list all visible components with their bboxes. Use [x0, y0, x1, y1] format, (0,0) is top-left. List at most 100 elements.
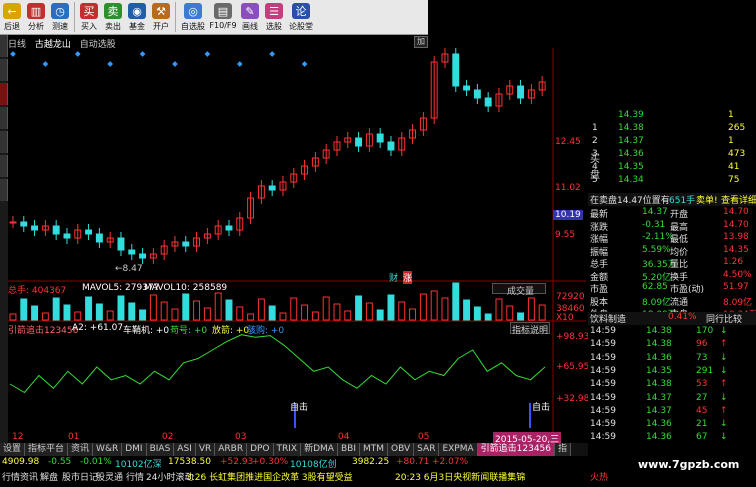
candle-body: [52, 225, 60, 235]
tick-volume: 170: [696, 326, 714, 336]
volume-total: 总手: 404367: [8, 286, 67, 296]
toolbar-button-4[interactable]: 卖卖出: [101, 0, 125, 35]
toolbar-button-8[interactable]: ▤ F10/F9: [208, 0, 238, 35]
bid-volume: 265: [728, 123, 746, 133]
tick-time: 14:59: [590, 339, 616, 350]
indicator-explain-button[interactable]: 指标说明: [510, 322, 550, 336]
indicator-tab[interactable]: BBI: [337, 443, 360, 456]
bid-row[interactable]: 3 14.36 473: [588, 149, 756, 162]
sector-name[interactable]: 饮料制造: [590, 312, 626, 325]
side-tab[interactable]: [0, 155, 8, 177]
signal-diamond: [204, 51, 211, 57]
volume-dropdown[interactable]: 成交量: [492, 283, 546, 297]
stat-row: 最新 14.37 开盘 14.70: [588, 207, 756, 220]
indicator-fangjian: 放箭: +0: [212, 326, 250, 336]
status-menu-item[interactable]: 股市日记: [62, 470, 98, 483]
stat-value: 51.97: [723, 282, 749, 292]
bid-row[interactable]: 2 14.37 1: [588, 136, 756, 149]
order-alert[interactable]: 在卖盘14.47位置有 651手 卖单! 查看详细: [588, 193, 756, 206]
tick-row: 14:59 14.38 96 ↑: [588, 339, 756, 352]
indicator-tab[interactable]: 设置: [0, 443, 26, 456]
volume-bar: [506, 305, 514, 321]
status-menu-item[interactable]: 股灵通: [96, 470, 123, 483]
volume-bar: [63, 304, 71, 321]
toolbar-button-6[interactable]: ⚒ 开户: [149, 0, 173, 35]
news-ticker[interactable]: 3:26 长虹集团推进国企改革 3股有望受益: [186, 470, 353, 483]
toolbar-button-9[interactable]: ✎ 画线: [238, 0, 262, 35]
stat-value: 5.20亿: [642, 272, 672, 283]
watchlist-icon: ◎: [184, 3, 202, 19]
finance-tag[interactable]: 财: [389, 271, 398, 284]
toolbar-button-7[interactable]: ◎ 自选股: [178, 0, 208, 35]
status-menu-item[interactable]: 解盘: [40, 470, 58, 483]
stat-label: 最新: [590, 210, 609, 220]
status-menu-item[interactable]: 资讯: [20, 470, 38, 483]
side-tab[interactable]: [0, 179, 8, 201]
indicator-tab[interactable]: 指: [555, 443, 572, 456]
stat-value: -0.31: [642, 219, 666, 230]
stat-value: 13.98: [723, 232, 749, 242]
volume-bar: [430, 290, 438, 321]
toolbar-button-10[interactable]: ☰ 选股: [262, 0, 286, 35]
bid-row[interactable]: 5 14.34 75: [588, 175, 756, 188]
toolbar-button-5[interactable]: ◉ 基金: [125, 0, 149, 35]
indicator-tab[interactable]: BIAS: [146, 443, 175, 456]
indicator-tab[interactable]: 指标平台: [25, 443, 69, 456]
back-arrow-icon: ←: [3, 3, 21, 19]
status-menu-item[interactable]: 行情: [126, 470, 144, 483]
toolbar-button-1[interactable]: ▥ 分析: [24, 0, 48, 35]
indicator-tab[interactable]: SAR: [414, 443, 440, 456]
indicator-tab[interactable]: 引箭追击123456: [477, 443, 556, 456]
bid-row[interactable]: 1 14.38 265: [588, 123, 756, 136]
indicator-tab[interactable]: VR: [195, 443, 216, 456]
toolbar: ← 后退 ▥ 分析 ◷ 测速 买买入 卖卖出 ◉ 基金 ⚒ 开户 ◎ 自选股 ▤ F10/F9…: [0, 0, 428, 35]
side-tab[interactable]: [0, 131, 8, 153]
indicator-jieling: 骇购: +0: [247, 326, 285, 336]
indicator-tab[interactable]: OBV: [388, 443, 415, 456]
bid-row[interactable]: 14.39 1: [588, 110, 756, 123]
news-ticker[interactable]: 火热: [590, 470, 608, 483]
peer-compare-button[interactable]: 同行比较: [706, 312, 742, 325]
side-tab[interactable]: [0, 35, 8, 57]
stat-label: 振幅: [590, 247, 609, 258]
stat-label: 换手: [670, 272, 689, 283]
indicator-tab[interactable]: W&R: [93, 443, 123, 456]
side-tab[interactable]: [0, 59, 8, 81]
index-value: 4909.98: [2, 457, 40, 467]
stat-value: 14.70: [723, 207, 749, 217]
tick-volume: 53: [696, 379, 708, 390]
indicator-tab[interactable]: EXPMA: [439, 443, 478, 456]
indicator-axis-label: +98.93: [556, 332, 590, 342]
indicator-tab[interactable]: DMI: [122, 443, 147, 456]
tick-time: 14:59: [590, 326, 616, 336]
bid-row[interactable]: 4 14.35 41: [588, 162, 756, 175]
toolbar-button-0[interactable]: ← 后退: [0, 0, 24, 35]
kline-chart[interactable]: [8, 48, 586, 443]
toolbar-button-11[interactable]: 论论股堂: [286, 0, 316, 35]
indicator-tab[interactable]: MTM: [359, 443, 389, 456]
tick-volume: 27: [696, 392, 708, 403]
draw-line-icon: ✎: [241, 3, 259, 19]
add-indicator-button[interactable]: 加: [414, 36, 428, 48]
status-menu-item[interactable]: 行情: [2, 470, 20, 483]
side-tab[interactable]: [0, 83, 8, 105]
toolbar-button-3[interactable]: 买买入: [77, 0, 101, 35]
indicator-tab[interactable]: 新DMA: [301, 443, 338, 456]
bid-volume: 473: [728, 149, 746, 159]
stat-label: 股本: [590, 297, 609, 308]
stat-label: 最高: [670, 222, 689, 233]
volume-bar: [355, 295, 363, 321]
volume-bar: [495, 298, 503, 321]
rise-tag[interactable]: 涨: [403, 271, 413, 284]
volume-bar: [527, 297, 535, 321]
indicator-tab[interactable]: ASI: [174, 443, 196, 456]
indicator-tab[interactable]: 资讯: [68, 443, 94, 456]
toolbar-button-2[interactable]: ◷ 测速: [48, 0, 72, 35]
indicator-tab[interactable]: ARBR: [215, 443, 248, 456]
bid-level: 1: [592, 123, 598, 133]
signal-diamond: [107, 61, 113, 67]
indicator-tab[interactable]: DPO: [247, 443, 274, 456]
indicator-tab[interactable]: TRIX: [273, 443, 302, 456]
side-tab[interactable]: [0, 107, 8, 129]
news-ticker[interactable]: 20:23 6月3日央视新闻联播集锦: [395, 470, 525, 483]
